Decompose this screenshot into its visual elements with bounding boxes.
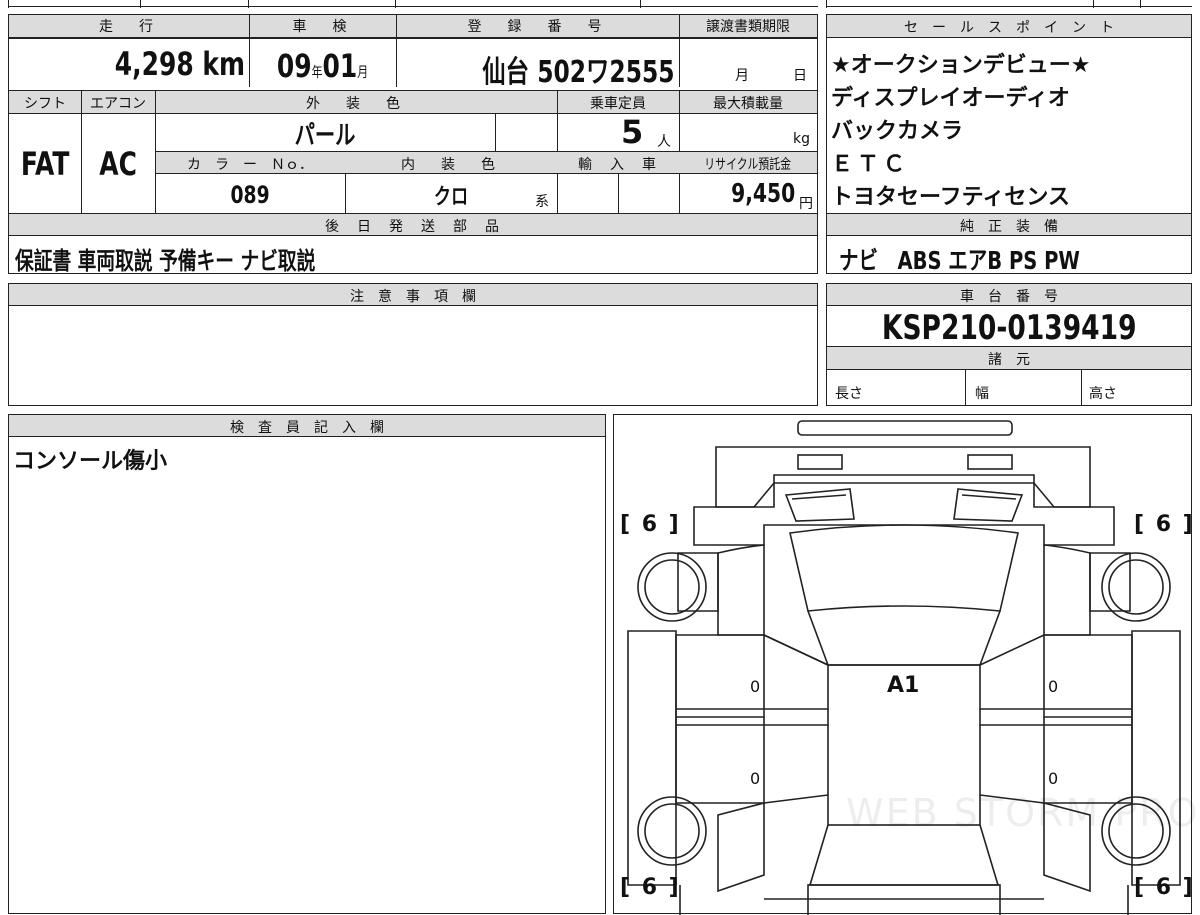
genuine-equipment-header: 純 正 装 備 — [960, 219, 1058, 235]
color-no-header: カ ラ ー Ｎｏ． — [187, 157, 313, 173]
inspection-header: 車 検 — [292, 19, 353, 35]
shift-value: FAT — [20, 145, 70, 183]
tire-front-left-mark: [ 6 ] — [620, 512, 681, 537]
length-label: 長さ — [835, 386, 863, 402]
inspector-panel: 検 査 員 記 入 欄 コンソール傷小 — [8, 414, 606, 914]
transfer-deadline-header: 譲渡書類期限 — [706, 19, 790, 35]
notes-header: 注 意 事 項 欄 — [350, 289, 476, 305]
sales-point-4: ＥＴＣ — [831, 152, 910, 177]
chassis-header: 車 台 番 号 — [960, 289, 1058, 305]
left-front-door-mark: 0 — [750, 677, 761, 696]
genuine-equipment-value: ナビ ABS エアB PS PW — [839, 246, 1080, 275]
registration-value: 仙台 502ワ2555 — [482, 55, 675, 90]
top-cropped-strip — [0, 0, 1200, 8]
exterior-color-value: パール — [294, 121, 356, 151]
sales-point-2: ディスプレイオーディオ — [831, 86, 1070, 111]
later-parts-header: 後 日 発 送 部 品 — [325, 219, 501, 235]
sales-point-5: トヨタセーフティセンス — [831, 185, 1070, 210]
right-rear-door-mark: 0 — [1048, 769, 1059, 788]
inspector-header: 検 査 員 記 入 欄 — [230, 420, 384, 436]
registration-header: 登 録 番 号 — [467, 19, 608, 35]
capacity-header: 乗車定員 — [590, 96, 646, 112]
recycle-fee-header: リサイクル預託金 — [704, 157, 792, 173]
width-label: 幅 — [975, 386, 989, 402]
recycle-fee-value: 9,450 円 — [730, 179, 813, 212]
chassis-panel: 車 台 番 号 KSP210-0139419 諸 元 長さ 幅 高さ — [826, 283, 1192, 406]
damage-diagram-panel: [ 6 ] [ 6 ] [ 6 ] [ 6 ] A1 0 0 0 0 WEB S… — [613, 414, 1197, 915]
inspection-value: 09年01月 — [276, 47, 369, 85]
notes-panel: 注 意 事 項 欄 — [8, 283, 818, 406]
watermark: WEB STORM PRO — [846, 791, 1200, 835]
tire-front-right-mark: [ 6 ] — [1134, 512, 1195, 537]
car-outline-diagram — [627, 420, 1181, 915]
shift-header: シフト — [24, 96, 66, 112]
interior-color-unit: 系 — [535, 194, 549, 210]
capacity-value: 5 人 — [621, 113, 671, 151]
sales-point-3: バックカメラ — [831, 119, 964, 144]
interior-color-header: 内 装 色 — [401, 157, 501, 173]
inspector-comment: コンソール傷小 — [13, 449, 168, 474]
import-header: 輸 入 車 — [578, 157, 658, 173]
deadline-month-unit: 月 — [735, 68, 749, 84]
max-load-header: 最大積載量 — [713, 96, 783, 112]
sales-points-header: セ ー ル ス ポ イ ン ト — [904, 20, 1114, 36]
max-load-unit: kg — [793, 131, 810, 147]
left-rear-door-mark: 0 — [750, 769, 761, 788]
color-no-value: 089 — [230, 181, 270, 209]
main-info-table: 走 行 車 検 登 録 番 号 譲渡書類期限 4,298 km 09年01月 仙… — [8, 14, 818, 275]
spec-header: 諸 元 — [988, 352, 1030, 368]
roof-damage-mark: A1 — [887, 673, 920, 698]
later-parts-value: 保証書 車両取説 予備キー ナビ取説 — [15, 247, 316, 275]
chassis-number: KSP210-0139419 — [881, 308, 1137, 348]
right-front-door-mark: 0 — [1048, 677, 1059, 696]
exterior-color-header: 外 装 色 — [306, 96, 406, 112]
height-label: 高さ — [1089, 386, 1117, 402]
aircon-value: AC — [99, 145, 137, 183]
mileage-header: 走 行 — [99, 19, 159, 35]
tire-rear-left-mark: [ 6 ] — [620, 875, 681, 900]
sales-points-panel: セ ー ル ス ポ イ ン ト ★オークションデビュー★ ディスプレイオーディオ… — [826, 14, 1192, 275]
aircon-header: エアコン — [90, 96, 146, 112]
deadline-day-unit: 日 — [793, 68, 807, 84]
interior-color-value: クロ — [433, 185, 469, 210]
mileage-value: 4,298 km — [114, 45, 245, 83]
sales-point-1: ★オークションデビュー★ — [831, 53, 1091, 78]
tire-rear-right-mark: [ 6 ] — [1134, 875, 1195, 900]
